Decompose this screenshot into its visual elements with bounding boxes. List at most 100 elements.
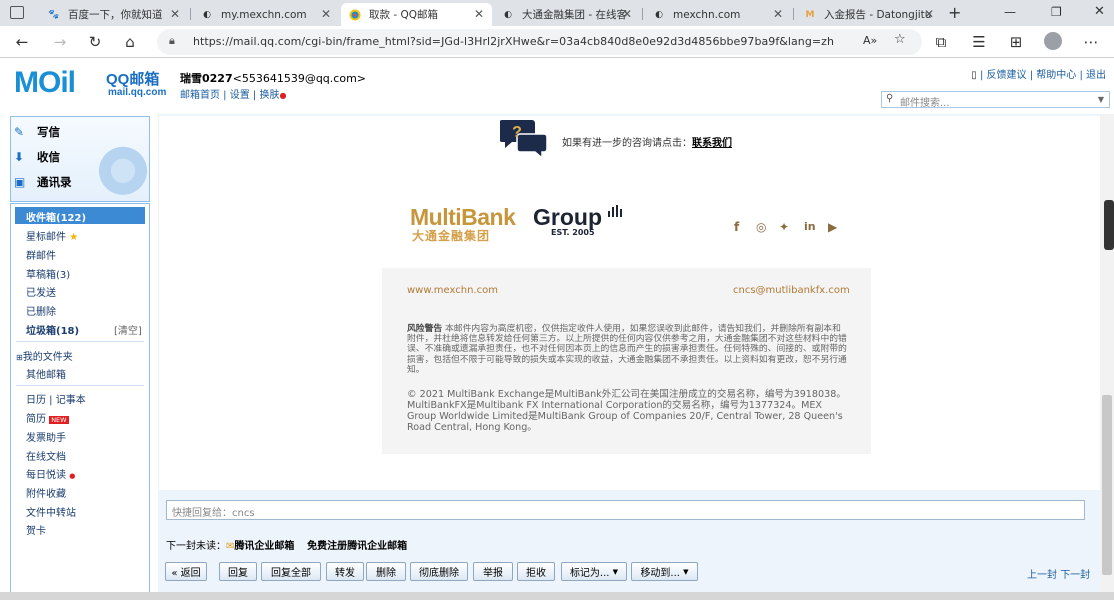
instagram-icon[interactable]: ◎ bbox=[756, 220, 766, 234]
next-unread: 下一封未读：✉腾讯企业邮箱 免费注册腾讯企业邮箱 bbox=[166, 537, 407, 552]
contact-us-link[interactable]: 联系我们 bbox=[692, 138, 732, 149]
tab-baidu[interactable]: 🐾 百度一下，你就知道 ✕ bbox=[40, 3, 188, 26]
reply-button[interactable]: 回复 bbox=[219, 562, 257, 581]
online-docs-link[interactable]: 在线文档 bbox=[26, 448, 66, 463]
resume-link[interactable]: 简历 NEW bbox=[26, 410, 69, 425]
report-icon: M bbox=[805, 9, 815, 20]
next-mail-link[interactable]: 下一封 bbox=[1060, 570, 1090, 581]
favorite-icon[interactable]: ☆ bbox=[894, 32, 906, 47]
folder-starred[interactable]: 星标邮件 ★ bbox=[26, 228, 78, 243]
website-link[interactable]: www.mexchn.com bbox=[407, 285, 498, 296]
file-transfer-link[interactable]: 文件中转站 bbox=[26, 504, 76, 519]
side-scroll-handle[interactable] bbox=[1104, 200, 1114, 250]
url-text: https://mail.qq.com/cgi-bin/frame_html?s… bbox=[193, 35, 834, 48]
tab-mexchn[interactable]: ◐ my.mexchn.com ✕ bbox=[193, 3, 339, 26]
delete-forever-button[interactable]: 彻底删除 bbox=[410, 562, 468, 581]
quick-reply-input[interactable]: 快捷回复给：cncs bbox=[166, 500, 1085, 520]
link-logout[interactable]: 退出 bbox=[1086, 70, 1106, 81]
link-home[interactable]: 邮箱首页 bbox=[180, 90, 220, 101]
close-icon[interactable]: ✕ bbox=[474, 7, 484, 21]
folder-group[interactable]: 群邮件 bbox=[26, 247, 56, 262]
tab-qqmail[interactable]: 取款 - QQ邮箱 ✕ bbox=[341, 3, 492, 26]
folder-deleted[interactable]: 已删除 bbox=[26, 303, 56, 318]
contact-email-link[interactable]: cncs@mutlibankfx.com bbox=[733, 285, 850, 296]
attachments-link[interactable]: 附件收藏 bbox=[26, 485, 66, 500]
my-folders[interactable]: ⊞我的文件夹 bbox=[16, 348, 73, 363]
back-button[interactable]: « 返回 bbox=[165, 562, 207, 581]
extensions-icon[interactable]: ⧉ bbox=[930, 32, 952, 52]
close-icon[interactable]: ✕ bbox=[170, 7, 180, 21]
tab-mexchn-2[interactable]: ◐ mexchn.com ✕ bbox=[645, 3, 791, 26]
receive-button[interactable]: ⬇ 收信 bbox=[14, 149, 60, 165]
minimize-icon[interactable]: — bbox=[1004, 5, 1016, 19]
link-help[interactable]: 帮助中心 bbox=[1036, 70, 1076, 81]
calendar-link[interactable]: 日历 bbox=[26, 395, 46, 406]
notes-link[interactable]: 记事本 bbox=[56, 395, 86, 406]
forward-button[interactable]: 转发 bbox=[326, 562, 364, 581]
facebook-icon[interactable]: f bbox=[734, 220, 739, 234]
folder-sent[interactable]: 已发送 bbox=[26, 284, 56, 299]
prev-mail-link[interactable]: 上一封 bbox=[1027, 570, 1057, 581]
mobile-icon[interactable]: ▯ bbox=[971, 70, 977, 81]
restore-icon[interactable]: ❐ bbox=[1051, 5, 1062, 19]
favorites-icon[interactable]: ☰ bbox=[968, 32, 990, 52]
greeting-card-link[interactable]: 贺卡 bbox=[26, 522, 46, 537]
chevron-down-icon[interactable]: ▼ bbox=[1098, 95, 1104, 104]
linkedin-icon[interactable]: in bbox=[804, 220, 816, 233]
mark-as-label: 标记为... bbox=[569, 568, 610, 579]
home-icon[interactable]: ⌂ bbox=[119, 32, 141, 52]
mail-search-input[interactable]: ⚲ 邮件搜索... ▼ bbox=[881, 91, 1110, 109]
logo-mail[interactable]: MOil bbox=[14, 66, 76, 100]
new-tab-button[interactable]: + bbox=[948, 3, 961, 22]
forward-icon[interactable]: → bbox=[49, 32, 71, 52]
close-icon[interactable]: ✕ bbox=[622, 7, 632, 21]
new-badge: NEW bbox=[49, 416, 69, 424]
chevron-down-icon: ▼ bbox=[683, 567, 689, 576]
url-field[interactable]: 🔒︎ https://mail.qq.com/cgi-bin/frame_htm… bbox=[157, 29, 922, 55]
enterprise-mail-link[interactable]: 腾讯企业邮箱 bbox=[234, 541, 294, 552]
collections-icon[interactable]: ⊞ bbox=[1005, 32, 1027, 52]
red-dot-icon: ● bbox=[69, 472, 76, 480]
delete-button[interactable]: 删除 bbox=[366, 562, 406, 581]
daily-reading-link[interactable]: 每日悦读 ● bbox=[26, 466, 75, 481]
reply-all-button[interactable]: 回复全部 bbox=[261, 562, 321, 581]
pencil-icon: ✎ bbox=[14, 125, 25, 139]
consult-text: 如果有进一步的咨询请点击：联系我们 bbox=[562, 134, 732, 149]
scrollbar-thumb[interactable] bbox=[1102, 395, 1112, 575]
folder-inbox[interactable]: 收件箱(122) bbox=[26, 209, 86, 224]
contacts-button[interactable]: ▣ 通讯录 bbox=[14, 174, 72, 190]
tab-title: mexchn.com bbox=[673, 8, 741, 21]
report-button[interactable]: 举报 bbox=[473, 562, 513, 581]
move-to-label: 移动到... bbox=[640, 568, 680, 579]
daily-label: 每日悦读 bbox=[26, 470, 66, 481]
link-skin[interactable]: 换肤 bbox=[259, 90, 279, 101]
tab-datong[interactable]: ◐ 大通金融集团 - 在线客 ✕ bbox=[494, 3, 640, 26]
close-icon[interactable]: ✕ bbox=[773, 7, 783, 21]
back-icon[interactable]: ← bbox=[11, 32, 33, 52]
twitter-icon[interactable]: ✦ bbox=[779, 220, 789, 234]
youtube-icon[interactable]: ▶ bbox=[828, 220, 837, 234]
expand-icon: ⊞ bbox=[16, 353, 23, 362]
refresh-icon[interactable]: ↻ bbox=[84, 32, 106, 52]
free-register-link[interactable]: 免费注册腾讯企业邮箱 bbox=[307, 541, 407, 552]
folder-spam[interactable]: 垃圾箱(18) bbox=[26, 322, 79, 337]
clear-spam-link[interactable]: [清空] bbox=[114, 322, 142, 337]
link-feedback[interactable]: 反馈建议 bbox=[987, 70, 1027, 81]
other-mailbox[interactable]: 其他邮箱 bbox=[26, 366, 66, 381]
write-button[interactable]: ✎ 写信 bbox=[14, 124, 60, 140]
tab-actions-icon[interactable] bbox=[10, 6, 24, 19]
folder-drafts[interactable]: 草稿箱(3) bbox=[26, 266, 70, 281]
tab-report[interactable]: M 入金报告 - Datongjitu ✕ bbox=[796, 3, 942, 26]
invoice-assistant-link[interactable]: 发票助手 bbox=[26, 429, 66, 444]
read-aloud-icon[interactable]: A» bbox=[863, 34, 877, 47]
close-window-icon[interactable]: ✕ bbox=[1094, 4, 1105, 19]
user-links: 邮箱首页 | 设置 | 换肤● bbox=[180, 90, 287, 101]
mark-as-dropdown[interactable]: 标记为... ▼ bbox=[561, 562, 627, 581]
more-icon[interactable]: ⋯ bbox=[1080, 32, 1102, 52]
move-to-dropdown[interactable]: 移动到... ▼ bbox=[631, 562, 698, 581]
profile-avatar[interactable] bbox=[1044, 32, 1062, 50]
link-settings[interactable]: 设置 bbox=[230, 90, 250, 101]
reject-button[interactable]: 拒收 bbox=[517, 562, 555, 581]
close-icon[interactable]: ✕ bbox=[924, 7, 934, 21]
close-icon[interactable]: ✕ bbox=[321, 7, 331, 21]
